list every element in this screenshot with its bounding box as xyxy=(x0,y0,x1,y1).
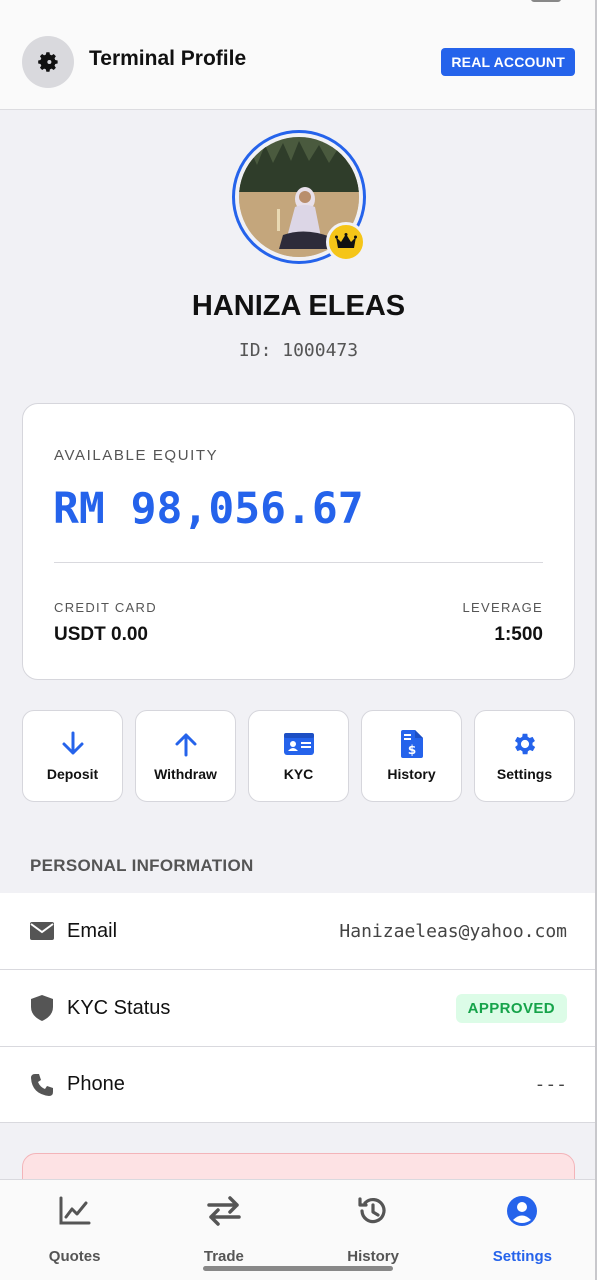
credit-value: USDT 0.00 xyxy=(54,624,148,645)
history-clock-icon xyxy=(358,1197,386,1224)
user-circle-icon xyxy=(507,1196,538,1226)
user-name: HANIZA ELEAS xyxy=(191,290,406,322)
settings-button[interactable]: Settings xyxy=(474,710,575,802)
invoice-icon: $ xyxy=(400,730,423,758)
nav-quotes[interactable]: Quotes xyxy=(0,1180,149,1280)
account-type-badge[interactable]: REAL ACCOUNT xyxy=(441,48,575,76)
swap-arrows-icon xyxy=(207,1196,241,1226)
id-card-icon xyxy=(283,733,314,755)
phone-row[interactable]: Phone --- xyxy=(0,1047,597,1123)
email-label: Email xyxy=(67,919,118,942)
home-indicator[interactable] xyxy=(203,1266,393,1271)
app-header: Terminal Profile REAL ACCOUNT xyxy=(0,14,597,110)
arrow-up-icon xyxy=(175,733,196,757)
kyc-button[interactable]: KYC xyxy=(248,710,349,802)
kyc-label: KYC xyxy=(283,766,314,782)
chart-line-icon xyxy=(59,1196,91,1225)
equity-value: RM 98,056.67 xyxy=(53,484,364,534)
history-label: History xyxy=(387,766,436,782)
status-badge: APPROVED xyxy=(455,993,567,1023)
settings-gear-button[interactable] xyxy=(22,36,74,88)
quick-actions: Deposit Withdraw KYC $ History Settings xyxy=(22,710,575,802)
card-divider xyxy=(54,562,543,563)
page-title: Terminal Profile xyxy=(89,47,247,70)
leverage-value: 1:500 xyxy=(494,624,543,645)
leverage-label: LEVERAGE xyxy=(462,600,543,615)
settings-label: Settings xyxy=(496,766,553,782)
personal-info-title: PERSONAL INFORMATION xyxy=(30,856,254,875)
nav-settings-label: Settings xyxy=(492,1248,552,1265)
crown-icon xyxy=(335,233,357,248)
nav-trade-label: Trade xyxy=(203,1248,244,1265)
equity-card: AVAILABLE EQUITY RM 98,056.67 CREDIT CAR… xyxy=(22,403,575,680)
nav-history[interactable]: History xyxy=(299,1180,448,1280)
kyc-status-row[interactable]: KYC Status APPROVED xyxy=(0,970,597,1047)
profile-avatar[interactable] xyxy=(232,130,366,264)
deposit-button[interactable]: Deposit xyxy=(22,710,123,802)
phone-label: Phone xyxy=(67,1073,125,1095)
gear-icon xyxy=(514,733,535,755)
kyc-status-label: KYC Status xyxy=(67,996,171,1019)
email-row[interactable]: Email Hanizaeleas@yahoo.com xyxy=(0,893,597,970)
nav-quotes-label: Quotes xyxy=(48,1248,101,1265)
withdraw-label: Withdraw xyxy=(154,766,217,782)
bottom-nav: Quotes Trade History Settings xyxy=(0,1179,597,1280)
status-bar xyxy=(0,0,597,14)
history-button[interactable]: $ History xyxy=(361,710,462,802)
gear-icon xyxy=(38,52,58,72)
personal-info-list: Email Hanizaeleas@yahoo.com KYC Status A… xyxy=(0,893,597,1123)
battery-icon xyxy=(531,0,561,2)
nav-settings[interactable]: Settings xyxy=(448,1180,597,1280)
vip-crown-badge xyxy=(326,222,366,262)
shield-icon xyxy=(31,995,53,1021)
credit-label: CREDIT CARD xyxy=(54,600,157,615)
withdraw-button[interactable]: Withdraw xyxy=(135,710,236,802)
arrow-down-icon xyxy=(62,731,83,755)
user-id: ID: 1000473 xyxy=(238,340,359,361)
nav-history-label: History xyxy=(347,1248,399,1265)
svg-text:$: $ xyxy=(407,743,415,757)
phone-icon xyxy=(31,1073,53,1096)
nav-trade[interactable]: Trade xyxy=(149,1180,298,1280)
phone-value: --- xyxy=(534,1074,567,1095)
envelope-icon xyxy=(30,922,54,940)
email-value: Hanizaeleas@yahoo.com xyxy=(339,920,567,942)
deposit-label: Deposit xyxy=(46,766,99,782)
equity-label: AVAILABLE EQUITY xyxy=(54,447,219,464)
